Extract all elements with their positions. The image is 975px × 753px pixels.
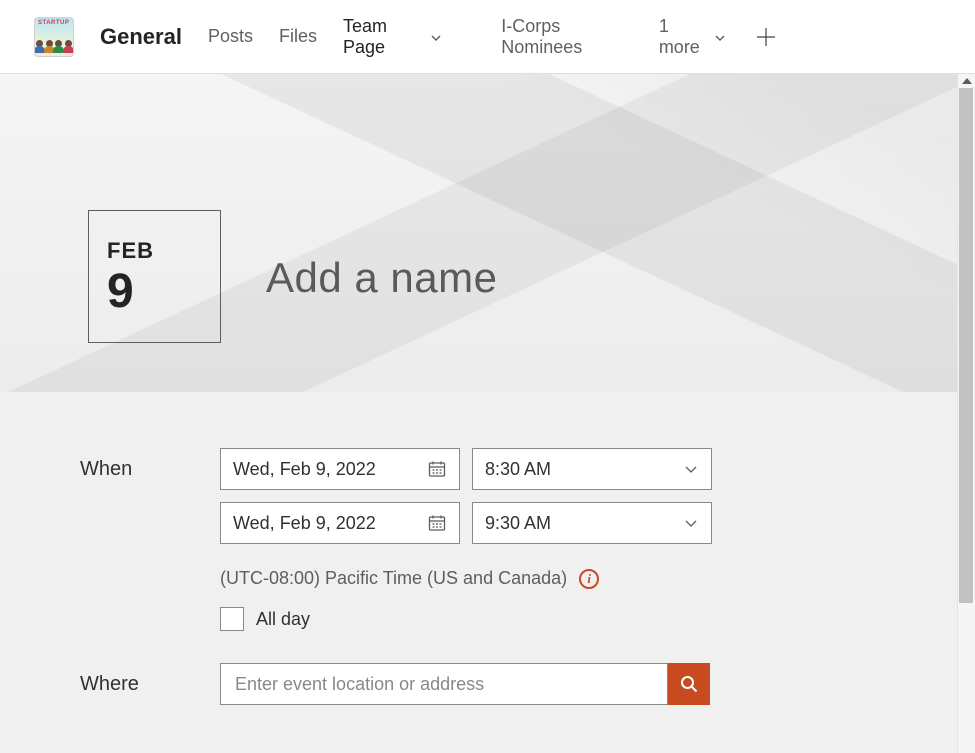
add-tab-button[interactable]: [750, 20, 781, 54]
info-icon[interactable]: i: [579, 569, 599, 589]
row-when: When Wed, Feb 9, 2022: [80, 448, 877, 631]
timezone-text: (UTC-08:00) Pacific Time (US and Canada): [220, 568, 567, 589]
tab-posts[interactable]: Posts: [208, 26, 253, 47]
start-time-value: 8:30 AM: [485, 459, 551, 480]
content-pane: FEB 9 Add a name When Wed, Feb 9, 2022: [0, 74, 957, 753]
event-form: When Wed, Feb 9, 2022: [0, 392, 957, 705]
calendar-icon: [427, 513, 447, 533]
all-day-label: All day: [256, 609, 310, 630]
where-label: Where: [80, 673, 220, 696]
start-time-picker[interactable]: 8:30 AM: [472, 448, 712, 490]
content-pane-container: FEB 9 Add a name When Wed, Feb 9, 2022: [0, 74, 975, 753]
tab-team-page-label: Team Page: [343, 16, 424, 58]
start-date-value: Wed, Feb 9, 2022: [233, 459, 376, 480]
location-search-button[interactable]: [668, 663, 710, 705]
chevron-down-icon: [430, 32, 440, 42]
channel-name: General: [100, 24, 182, 50]
scrollbar-track[interactable]: [957, 74, 975, 753]
calendar-icon: [427, 459, 447, 479]
location-input-wrapper: [220, 663, 668, 705]
scrollbar-up-arrow-icon[interactable]: [958, 74, 975, 88]
timezone-line: (UTC-08:00) Pacific Time (US and Canada)…: [220, 568, 877, 589]
event-badge-day: 9: [107, 268, 220, 316]
channel-tab-bar: STARTUP General Posts Files Team Page I-…: [0, 0, 975, 74]
tab-more-label: 1 more: [659, 16, 708, 58]
chevron-down-icon: [714, 32, 724, 42]
end-time-value: 9:30 AM: [485, 513, 551, 534]
row-where: Where: [80, 663, 877, 705]
tab-files[interactable]: Files: [279, 26, 317, 47]
start-date-picker[interactable]: Wed, Feb 9, 2022: [220, 448, 460, 490]
tab-team-page[interactable]: Team Page: [343, 16, 440, 58]
event-hero-banner: FEB 9 Add a name: [0, 74, 957, 392]
when-label: When: [80, 448, 220, 481]
event-date-badge: FEB 9: [88, 210, 221, 343]
end-date-value: Wed, Feb 9, 2022: [233, 513, 376, 534]
event-title-input[interactable]: Add a name: [266, 254, 498, 302]
tab-icorps-nominees[interactable]: I-Corps Nominees: [501, 16, 633, 58]
tab-more[interactable]: 1 more: [659, 16, 724, 58]
all-day-checkbox[interactable]: [220, 607, 244, 631]
location-input[interactable]: [233, 673, 655, 696]
chevron-down-icon: [683, 515, 699, 531]
scrollbar-thumb[interactable]: [959, 88, 973, 603]
all-day-checkbox-row[interactable]: All day: [220, 607, 877, 631]
chevron-down-icon: [683, 461, 699, 477]
end-date-picker[interactable]: Wed, Feb 9, 2022: [220, 502, 460, 544]
event-badge-month: FEB: [107, 238, 220, 264]
end-time-picker[interactable]: 9:30 AM: [472, 502, 712, 544]
team-avatar[interactable]: STARTUP: [34, 17, 74, 57]
